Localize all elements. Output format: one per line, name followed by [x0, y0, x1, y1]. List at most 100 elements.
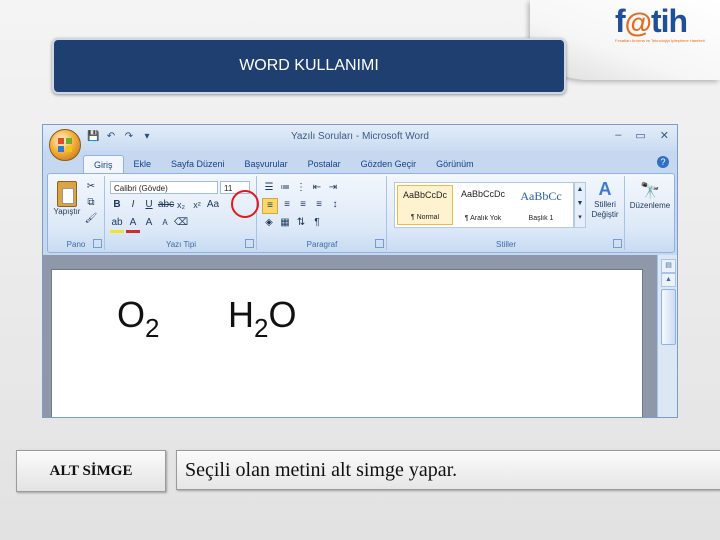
style-normal[interactable]: AaBbCcDc ¶ Normal — [397, 185, 453, 225]
style-name: ¶ Normal — [410, 214, 440, 221]
paragraph-row-3: ◈ ▦ ⇅ ¶ — [262, 216, 324, 230]
justify-icon[interactable]: ≡ — [312, 198, 326, 212]
superscript-icon[interactable]: x² — [190, 198, 204, 212]
office-button[interactable] — [49, 129, 81, 161]
change-styles-button[interactable]: A Stilleri Değiştir — [586, 178, 624, 236]
tab-review[interactable]: Gözden Geçir — [351, 155, 427, 173]
style-sample: AaBbCcDc — [402, 190, 447, 200]
scroll-up-icon[interactable]: ▲ — [661, 273, 676, 287]
formula-o2-sub: 2 — [145, 313, 160, 343]
subscript-highlight-circle — [231, 190, 259, 218]
vertical-scrollbar[interactable]: ▤ ▲ — [657, 255, 677, 417]
font-color-icon[interactable]: A — [126, 216, 140, 233]
tab-references[interactable]: Başvurular — [235, 155, 298, 173]
paste-icon — [57, 181, 77, 207]
paste-button[interactable]: Yapıştır — [51, 178, 83, 230]
clear-format-icon[interactable]: ⌫ — [174, 216, 188, 230]
format-painter-icon[interactable]: 🖌 — [84, 212, 98, 226]
highlight-icon[interactable]: ab — [110, 216, 124, 233]
styles-gallery: AaBbCcDc ¶ Normal AaBbCcDc ¶ Aralık Yok … — [394, 182, 574, 228]
formula-h2o-sub: 2 — [254, 313, 269, 343]
clipboard-group: Yapıştır ✂ ⧉ 🖌 Pano — [48, 176, 105, 250]
document-page[interactable]: O2 H2O — [51, 269, 643, 417]
editing-label: Düzenleme — [629, 201, 671, 210]
bullets-icon[interactable]: ☰ — [262, 181, 276, 195]
word-titlebar: 💾 ↶ ↷ ▾ Yazılı Soruları - Microsoft Word… — [43, 125, 677, 151]
paragraph-group: ☰ ≔ ⋮ ⇤ ⇥ ≡ ≡ ≡ ≡ ↕ ◈ ▦ ⇅ ¶ Paragraf — [258, 176, 387, 250]
term-box: ALT SİMGE — [16, 450, 166, 492]
term-text: ALT SİMGE — [49, 462, 133, 479]
editing-group: 🔭 Düzenleme — [626, 176, 672, 250]
font-group-label: Yazı Tipi — [165, 240, 197, 249]
underline-icon[interactable]: U — [142, 198, 156, 212]
slide-title: WORD KULLANIMI — [52, 38, 566, 94]
help-icon[interactable]: ? — [657, 156, 669, 168]
definition-text: Seçili olan metini alt simge yapar. — [185, 458, 458, 481]
shrink-font-icon[interactable]: A — [158, 216, 172, 230]
styles-scroll[interactable]: ▲ ▼ ▾ — [574, 182, 586, 228]
change-styles-label: Stilleri Değiştir — [591, 200, 619, 219]
maximize-button[interactable]: ▭ — [635, 129, 645, 142]
tab-home[interactable]: Giriş — [83, 155, 124, 174]
align-center-icon[interactable]: ≡ — [280, 198, 294, 212]
copy-icon[interactable]: ⧉ — [84, 196, 98, 210]
font-launcher-icon[interactable] — [245, 239, 254, 248]
formula-h2o: H2O — [228, 294, 296, 341]
change-styles-icon: A — [598, 179, 612, 199]
style-heading-1[interactable]: AaBbCc Başlık 1 — [513, 185, 569, 225]
minimize-button[interactable]: – — [615, 129, 621, 142]
pilcrow-icon[interactable]: ¶ — [310, 216, 324, 230]
bold-icon[interactable]: B — [110, 198, 124, 212]
tab-page-layout[interactable]: Sayfa Düzeni — [161, 155, 235, 173]
font-row-2: ab A A A ⌫ — [110, 216, 188, 233]
office-logo-icon — [58, 138, 72, 152]
close-button[interactable]: ✕ — [660, 129, 669, 142]
clipboard-launcher-icon[interactable] — [93, 239, 102, 248]
styles-group: AaBbCcDc ¶ Normal AaBbCcDc ¶ Aralık Yok … — [388, 176, 625, 250]
decrease-indent-icon[interactable]: ⇤ — [310, 181, 324, 195]
paragraph-group-label: Paragraf — [306, 240, 338, 249]
tab-view[interactable]: Görünüm — [426, 155, 484, 173]
formula-o2: O2 — [117, 294, 159, 341]
change-case-icon[interactable]: Aa — [206, 198, 220, 212]
binoculars-icon: 🔭 — [640, 183, 660, 200]
style-sample: AaBbCcDc — [460, 189, 505, 199]
formula-h2o-h: H — [228, 294, 254, 335]
numbering-icon[interactable]: ≔ — [278, 181, 292, 195]
align-left-icon[interactable]: ≡ — [262, 198, 278, 214]
style-name: Başlık 1 — [528, 215, 554, 222]
word-window: 💾 ↶ ↷ ▾ Yazılı Soruları - Microsoft Word… — [42, 124, 678, 418]
ribbon-tabs: Giriş Ekle Sayfa Düzeni Başvurular Posta… — [83, 155, 484, 174]
cut-icon[interactable]: ✂ — [84, 180, 98, 194]
italic-icon[interactable]: I — [126, 198, 140, 212]
paragraph-row-1: ☰ ≔ ⋮ ⇤ ⇥ — [262, 181, 340, 195]
font-name-combo[interactable]: Calibri (Gövde) — [110, 181, 218, 194]
window-controls: – ▭ ✕ — [615, 129, 669, 142]
scroll-thumb[interactable] — [661, 289, 676, 345]
style-no-spacing[interactable]: AaBbCcDc ¶ Aralık Yok — [455, 185, 511, 225]
increase-indent-icon[interactable]: ⇥ — [326, 181, 340, 195]
borders-icon[interactable]: ▦ — [278, 216, 292, 230]
tab-insert[interactable]: Ekle — [124, 155, 162, 173]
style-sample: AaBbCc — [520, 189, 562, 203]
multilevel-list-icon[interactable]: ⋮ — [294, 181, 308, 195]
font-row-1: B I U abc x₂ x² Aa — [110, 198, 220, 212]
shading-icon[interactable]: ◈ — [262, 216, 276, 230]
grow-font-icon[interactable]: A — [142, 216, 156, 230]
editing-button[interactable]: 🔭 Düzenleme — [628, 180, 672, 222]
paragraph-launcher-icon[interactable] — [375, 239, 384, 248]
strikethrough-icon[interactable]: abc — [158, 198, 174, 212]
sort-icon[interactable]: ⇅ — [294, 216, 308, 230]
align-right-icon[interactable]: ≡ — [296, 198, 310, 212]
subscript-icon[interactable]: x₂ — [174, 198, 188, 212]
slide-title-text: WORD KULLANIMI — [239, 57, 379, 74]
styles-group-label: Stiller — [495, 240, 516, 249]
definition-box: Seçili olan metini alt simge yapar. — [176, 450, 720, 490]
fatih-logo: f@tih Fırsatları Artırma ve Teknolojiyi … — [615, 3, 705, 43]
styles-launcher-icon[interactable] — [613, 239, 622, 248]
line-spacing-icon[interactable]: ↕ — [328, 198, 342, 212]
paragraph-row-2: ≡ ≡ ≡ ≡ ↕ — [262, 198, 342, 214]
paste-label: Yapıştır — [53, 207, 81, 216]
ruler-toggle-icon[interactable]: ▤ — [661, 259, 676, 273]
tab-mailings[interactable]: Postalar — [298, 155, 351, 173]
